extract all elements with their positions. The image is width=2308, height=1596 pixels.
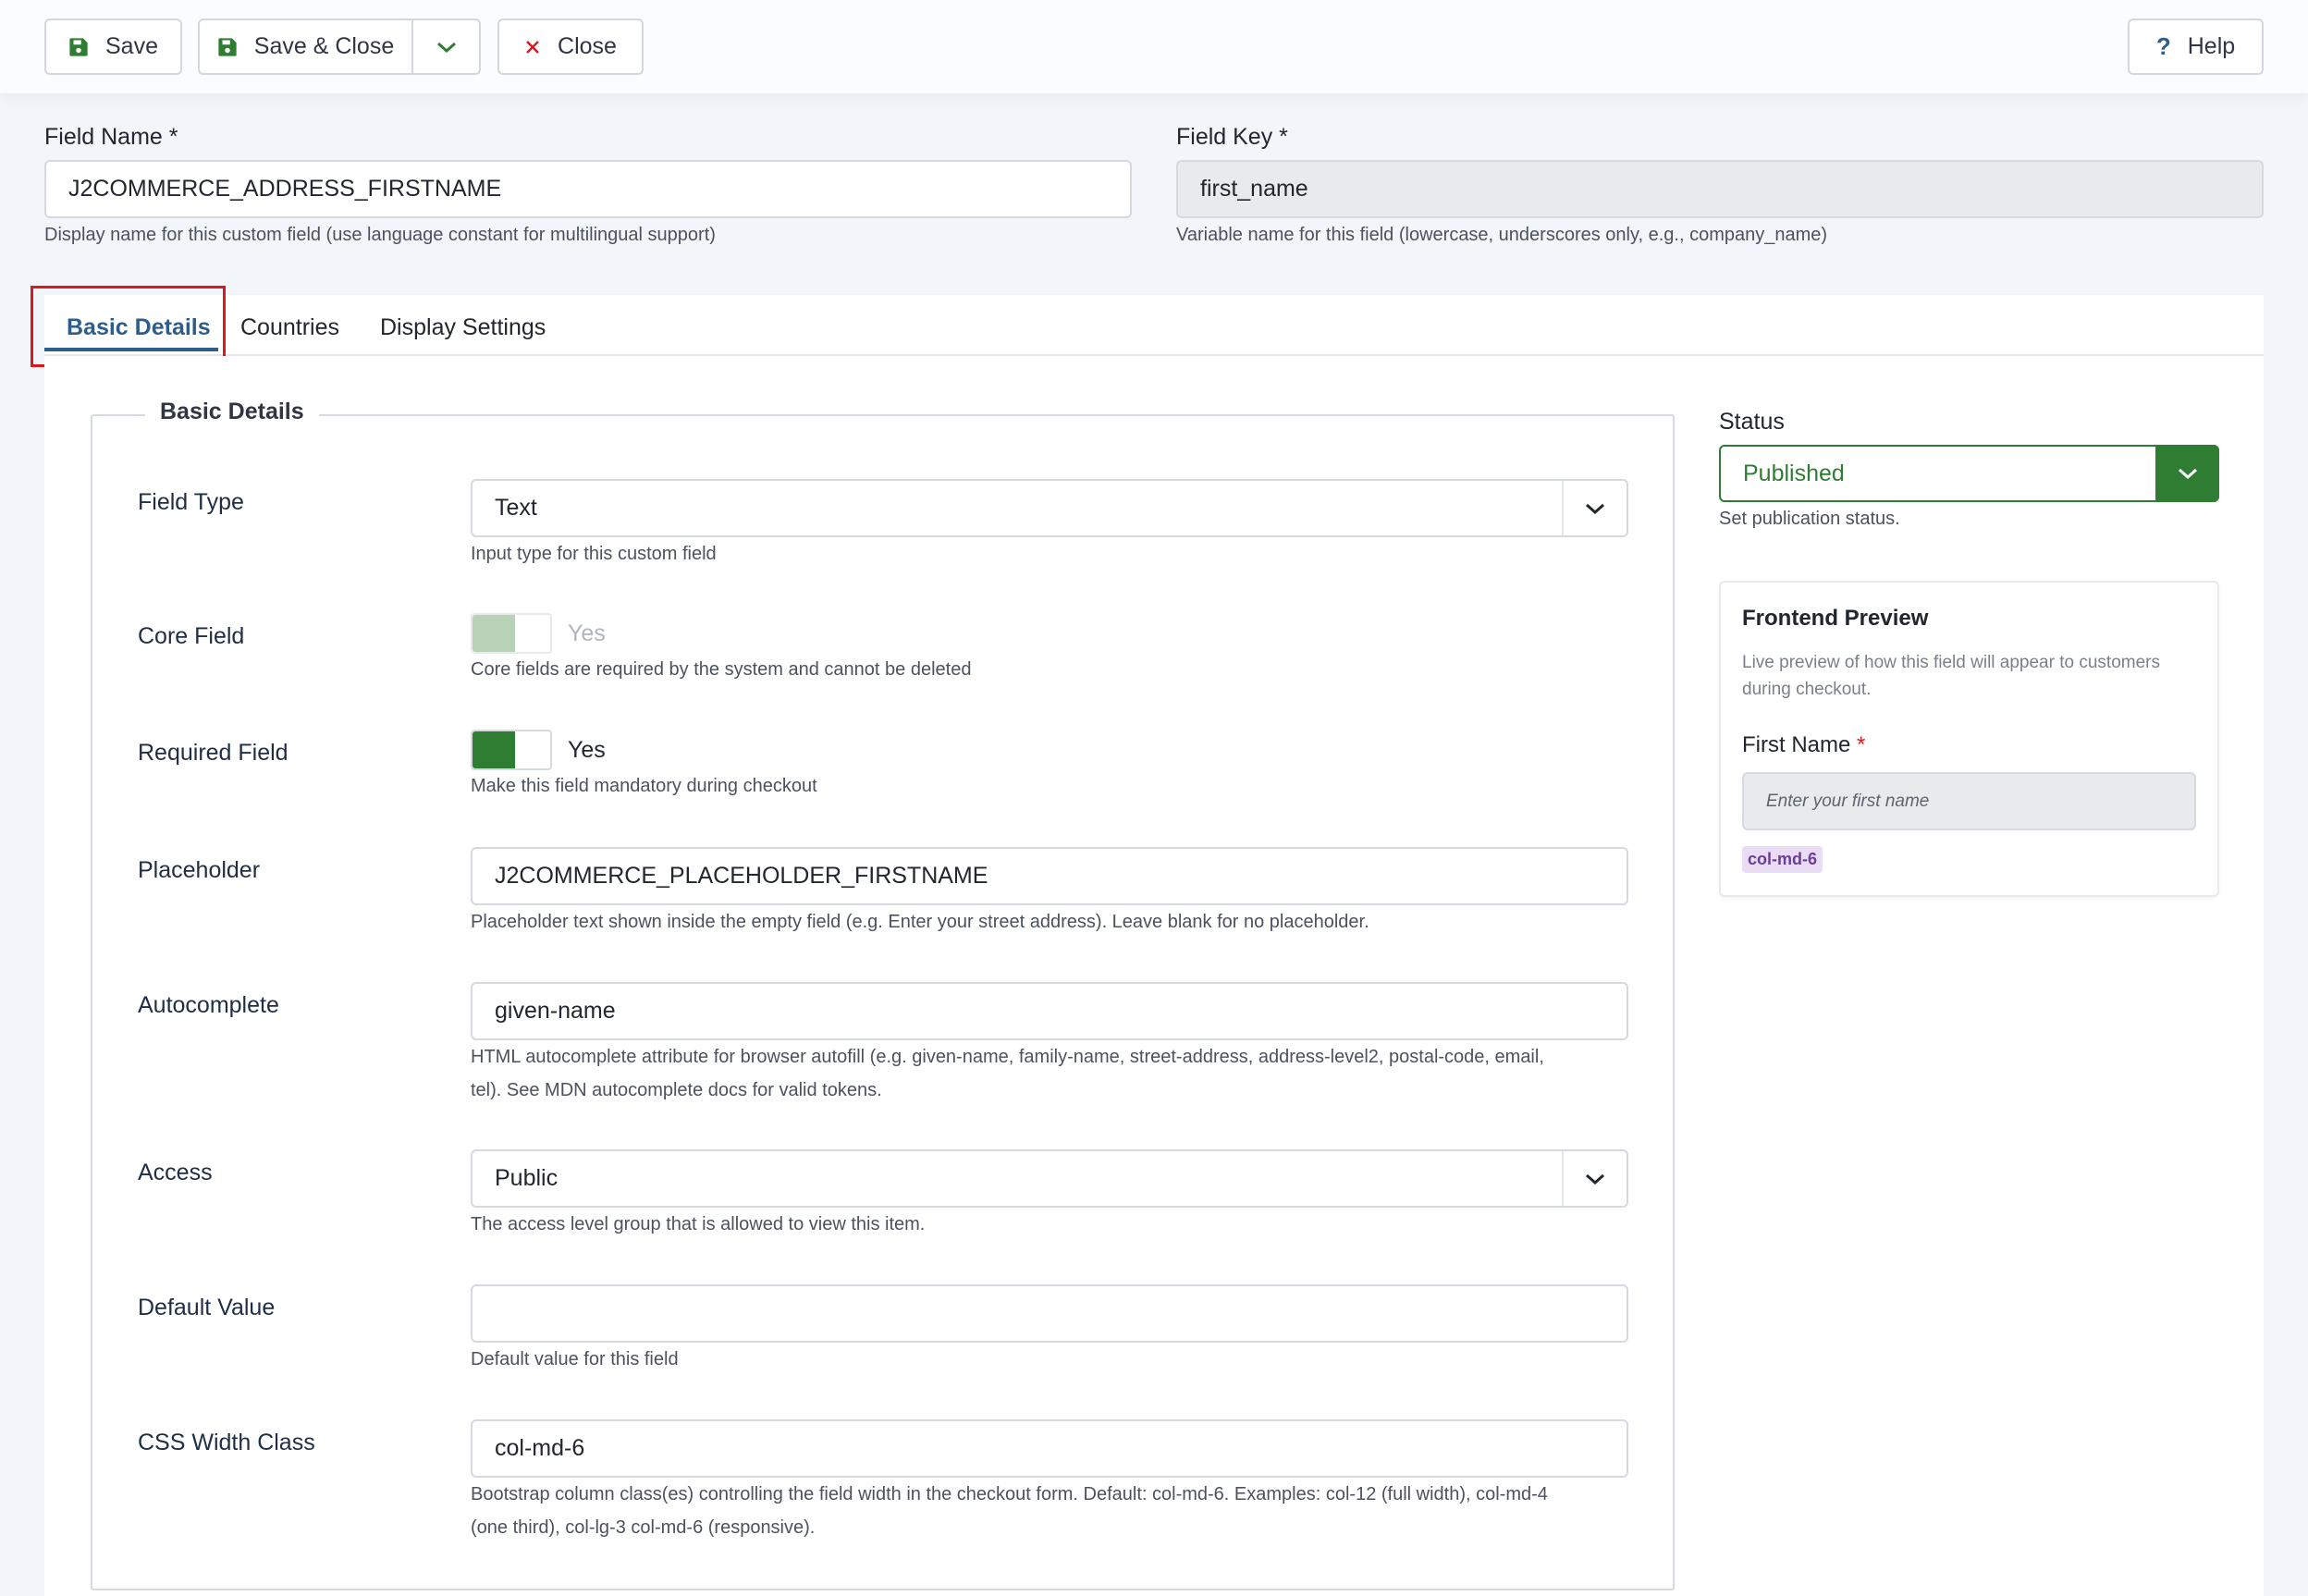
save-dropdown-toggle[interactable]	[411, 18, 481, 75]
save-button[interactable]: Save	[44, 18, 182, 75]
field-type-label: Field Type	[138, 489, 244, 515]
access-hint: The access level group that is allowed t…	[471, 1214, 926, 1234]
placeholder-input[interactable]: J2COMMERCE_PLACEHOLDER_FIRSTNAME	[471, 847, 1628, 905]
field-name-input[interactable]: J2COMMERCE_ADDRESS_FIRSTNAME	[44, 160, 1132, 218]
placeholder-label: Placeholder	[138, 857, 261, 883]
autocomplete-value: given-name	[495, 998, 616, 1024]
status-hint: Set publication status.	[1719, 509, 1900, 529]
core-field-toggle-label: Yes	[568, 620, 606, 646]
preview-description-line1: Live preview of how this field will appe…	[1742, 653, 2160, 672]
placeholder-value: J2COMMERCE_PLACEHOLDER_FIRSTNAME	[495, 863, 988, 889]
required-marker: *	[1857, 732, 1866, 757]
fieldset-legend: Basic Details	[145, 399, 319, 425]
tab-bar	[44, 295, 2264, 356]
save-icon	[68, 37, 89, 57]
field-type-select[interactable]: Text	[471, 479, 1628, 537]
css-width-value: col-md-6	[495, 1435, 585, 1461]
core-field-label: Core Field	[138, 623, 245, 649]
required-field-toggle-label: Yes	[568, 737, 606, 763]
field-key-input[interactable]: first_name	[1176, 160, 2264, 218]
tab-countries[interactable]: Countries	[240, 314, 339, 341]
preview-field-label: First Name *	[1742, 732, 1865, 758]
field-name-hint: Display name for this custom field (use …	[44, 225, 716, 245]
autocomplete-label: Autocomplete	[138, 992, 279, 1018]
placeholder-hint: Placeholder text shown inside the empty …	[471, 912, 1369, 932]
chevron-down-icon	[1562, 1151, 1627, 1206]
core-field-toggle[interactable]	[471, 613, 552, 654]
tab-display-settings[interactable]: Display Settings	[380, 314, 546, 341]
required-field-label: Required Field	[138, 740, 288, 766]
field-key-label: Field Key *	[1176, 124, 1288, 150]
preview-field-label-text: First Name	[1742, 732, 1851, 757]
access-value: Public	[495, 1165, 559, 1191]
field-name-value: J2COMMERCE_ADDRESS_FIRSTNAME	[68, 176, 502, 202]
chevron-down-icon	[2155, 445, 2219, 502]
preview-input-placeholder: Enter your first name	[1766, 791, 1930, 811]
save-label: Save	[105, 33, 158, 59]
preview-description-line2: during checkout.	[1742, 680, 1872, 699]
help-label: Help	[2187, 33, 2236, 59]
save-close-label: Save & Close	[253, 33, 395, 59]
required-field-hint: Make this field mandatory during checkou…	[471, 776, 817, 796]
preview-title: Frontend Preview	[1742, 606, 1929, 631]
access-label: Access	[138, 1160, 213, 1185]
css-width-hint-line2: (one third), col-lg-3 col-md-6 (responsi…	[471, 1517, 816, 1538]
preview-input: Enter your first name	[1742, 772, 2196, 830]
default-value-input[interactable]	[471, 1284, 1628, 1343]
save-close-button[interactable]: Save & Close	[198, 18, 413, 75]
autocomplete-input[interactable]: given-name	[471, 982, 1628, 1040]
field-key-hint: Variable name for this field (lowercase,…	[1176, 225, 1828, 245]
help-button[interactable]: ? Help	[2128, 18, 2264, 75]
close-button[interactable]: Close	[497, 18, 644, 75]
toggle-knob	[473, 615, 515, 652]
toggle-knob	[473, 731, 515, 768]
css-width-label: CSS Width Class	[138, 1430, 315, 1455]
field-type-value: Text	[495, 495, 537, 521]
chevron-down-icon	[1562, 481, 1627, 535]
chevron-down-icon	[436, 40, 458, 55]
core-field-hint: Core fields are required by the system a…	[471, 659, 972, 680]
highlight-box	[31, 286, 226, 367]
close-label: Close	[558, 33, 617, 59]
autocomplete-hint-line1: HTML autocomplete attribute for browser …	[471, 1047, 1544, 1067]
default-value-label: Default Value	[138, 1295, 276, 1320]
field-type-hint: Input type for this custom field	[471, 544, 717, 564]
field-name-label: Field Name *	[44, 124, 178, 150]
width-badge: col-md-6	[1742, 846, 1823, 873]
access-select[interactable]: Public	[471, 1149, 1628, 1208]
save-icon	[217, 37, 238, 57]
css-width-hint-line1: Bootstrap column class(es) controlling t…	[471, 1484, 1548, 1504]
status-value: Published	[1743, 460, 1845, 486]
close-icon	[524, 39, 541, 55]
question-icon: ?	[2155, 32, 2171, 60]
autocomplete-hint-line2: tel). See MDN autocomplete docs for vali…	[471, 1080, 882, 1100]
default-value-hint: Default value for this field	[471, 1349, 679, 1369]
field-key-value: first_name	[1200, 176, 1308, 202]
status-select[interactable]: Published	[1719, 445, 2219, 502]
css-width-input[interactable]: col-md-6	[471, 1419, 1628, 1478]
required-field-toggle[interactable]	[471, 730, 552, 770]
status-label: Status	[1719, 409, 1785, 435]
